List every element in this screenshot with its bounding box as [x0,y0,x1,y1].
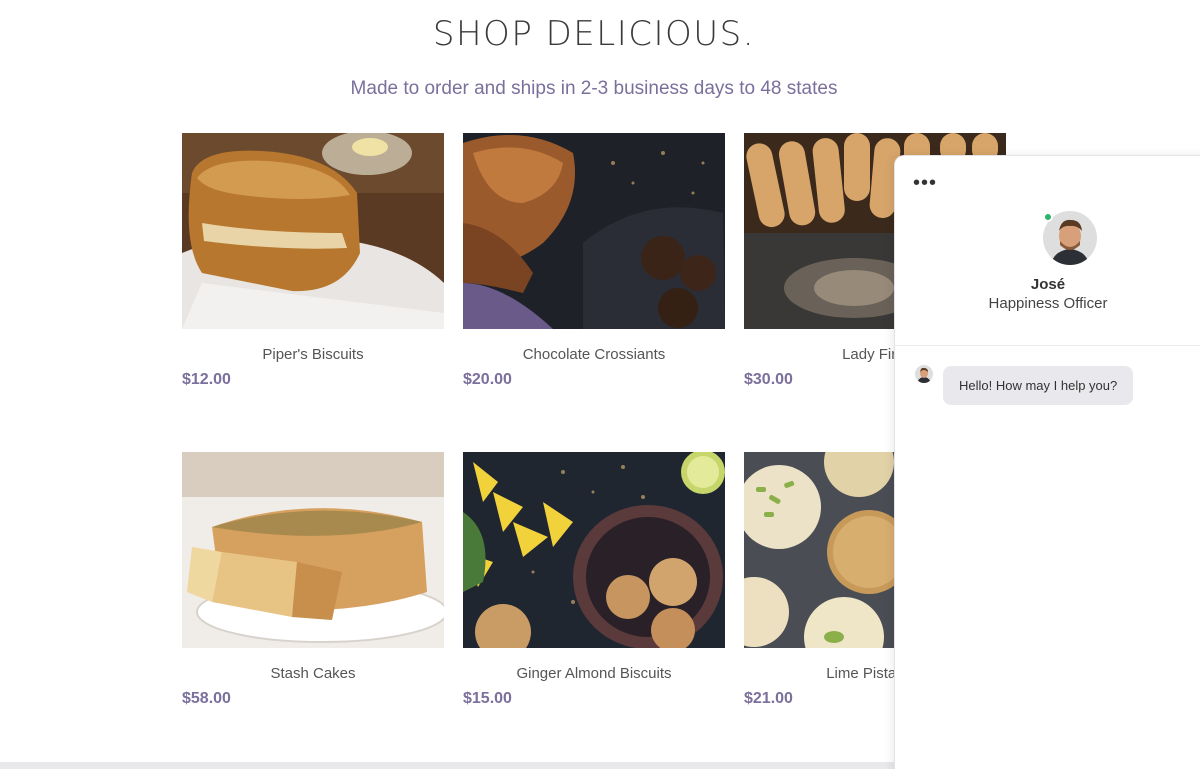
product-price: $12.00 [182,371,231,388]
page-title: SHOP DELICIOUS. [432,14,756,54]
product-name[interactable]: Chocolate Crossiants [463,346,725,363]
product-image-croissants[interactable] [463,133,725,329]
chat-message-bubble: Hello! How may I help you? [943,366,1134,405]
message-avatar [915,365,933,383]
more-horizontal-icon[interactable]: ••• [913,172,937,195]
product-image-ginger-biscuits[interactable] [463,452,725,648]
product-name[interactable]: Piper's Biscuits [182,346,444,363]
product-name[interactable]: Stash Cakes [182,665,444,682]
product-image-cake[interactable] [182,452,444,648]
product-card[interactable]: Chocolate Crossiants $20.00 [463,133,725,389]
product-card[interactable]: Ginger Almond Biscuits $15.00 [463,452,725,708]
product-image-bread[interactable] [182,133,444,329]
product-price: $20.00 [463,371,512,388]
online-status-dot [1043,212,1053,222]
shop-page: SHOP DELICIOUS. Made to order and ships … [0,0,1200,769]
product-card[interactable]: Piper's Biscuits $12.00 [182,133,444,389]
product-price: $15.00 [463,690,512,707]
chat-header: ••• José Happiness Officer [895,156,1200,346]
product-card[interactable]: Stash Cakes $58.00 [182,452,444,708]
agent-role: Happiness Officer [988,295,1108,312]
agent-name: José [1030,276,1066,293]
product-name[interactable]: Ginger Almond Biscuits [463,665,725,682]
chat-widget[interactable]: ••• José Happiness Officer Hello! How ma… [894,155,1200,769]
product-price: $58.00 [182,690,231,707]
page-subtitle: Made to order and ships in 2-3 business … [350,78,838,99]
